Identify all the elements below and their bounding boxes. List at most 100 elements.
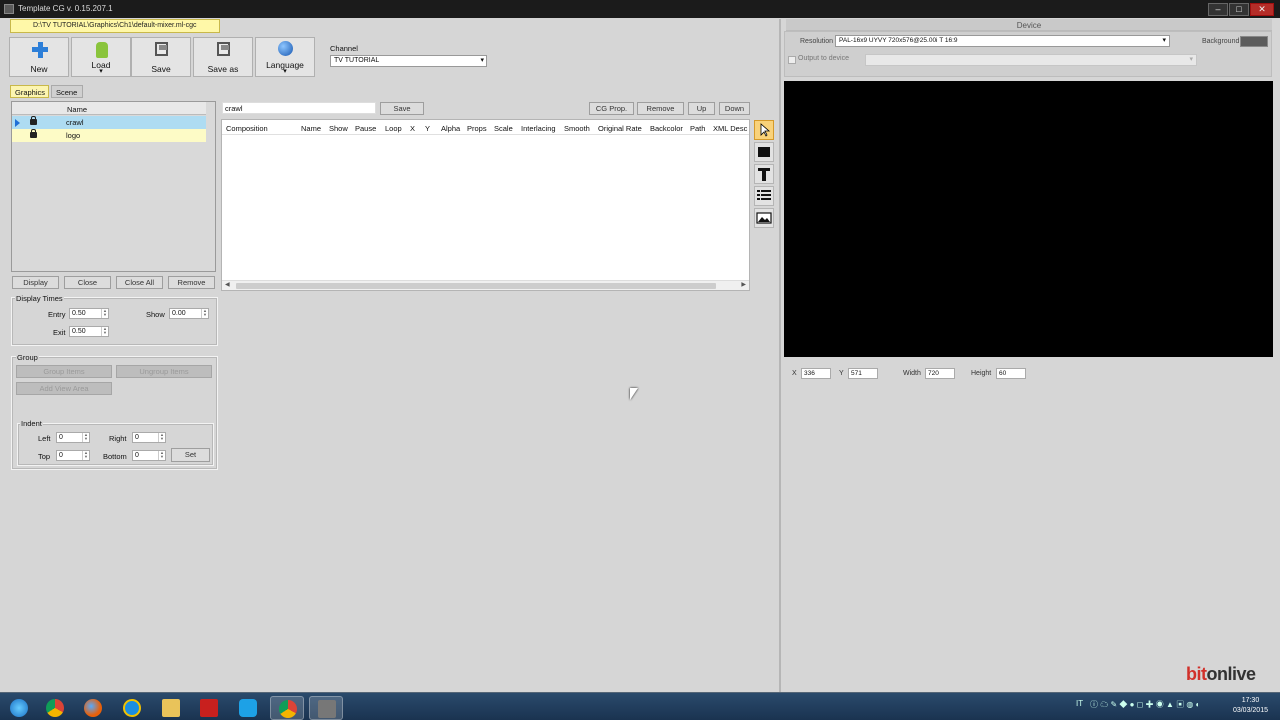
save-button[interactable]: Save (131, 37, 191, 77)
y-field[interactable]: 571 (848, 368, 878, 379)
taskbar-clock[interactable]: 17:30 03/03/2015 (1233, 696, 1268, 716)
lock-icon[interactable] (30, 129, 37, 138)
cg-prop-button[interactable]: CG Prop. (589, 102, 634, 115)
indent-bottom-spinner[interactable]: 0 ▲ ▼ (132, 450, 166, 461)
taskbar-template-cg[interactable] (309, 696, 343, 720)
remove-layer-button[interactable]: Remove (168, 276, 215, 289)
taskbar-ie[interactable] (115, 696, 149, 720)
floppy-icon (155, 42, 168, 56)
composition-name-input[interactable]: crawl (222, 102, 376, 114)
column-header[interactable]: Name (301, 124, 321, 133)
column-header[interactable]: XML Desc (713, 124, 747, 133)
bottom-label: Bottom (103, 452, 127, 461)
tab-scene[interactable]: Scene (51, 85, 83, 98)
column-header[interactable]: Interlacing (521, 124, 556, 133)
move-up-button[interactable]: Up (688, 102, 715, 115)
column-header[interactable]: Smooth (564, 124, 590, 133)
column-header[interactable]: Alpha (441, 124, 460, 133)
indent-right-spinner[interactable]: 0 ▲ ▼ (132, 432, 166, 443)
x-label: X (792, 370, 797, 377)
indent-top-spinner[interactable]: 0 ▲ ▼ (56, 450, 90, 461)
system-tray-icons[interactable]: ⓘ ☁ ✎ ◆ ● ◻ ✚ ◉ ▲ ▣ ◍ ◐ (1090, 699, 1200, 710)
column-header[interactable]: Loop (385, 124, 402, 133)
image-tool[interactable] (754, 208, 774, 228)
maximize-button[interactable]: □ (1229, 3, 1249, 16)
load-button[interactable]: Load ▾ (71, 37, 131, 77)
column-header[interactable]: X (410, 124, 415, 133)
show-spinner[interactable]: 0.00 ▲ ▼ (169, 308, 209, 319)
layer-row[interactable]: crawl (12, 116, 206, 129)
spinner-arrows-icon[interactable]: ▲ ▼ (158, 433, 165, 442)
taskbar-chrome[interactable] (38, 696, 72, 720)
save-composition-button[interactable]: Save (380, 102, 424, 115)
clock-date: 03/03/2015 (1232, 707, 1268, 714)
spinner-arrows-icon[interactable]: ▲ ▼ (101, 309, 108, 318)
tab-graphics[interactable]: Graphics (10, 85, 49, 98)
output-to-device-checkbox[interactable] (788, 56, 796, 64)
start-button[interactable] (2, 696, 36, 720)
close-window-button[interactable]: ✕ (1250, 3, 1274, 16)
lock-icon[interactable] (30, 116, 37, 125)
indent-left-spinner[interactable]: 0 ▲ ▼ (56, 432, 90, 443)
entry-label: Entry (48, 310, 66, 319)
taskbar-firefox[interactable] (76, 696, 110, 720)
close-all-button[interactable]: Close All (116, 276, 163, 289)
language-indicator[interactable]: IT (1076, 699, 1083, 708)
save-as-button[interactable]: Save as (193, 37, 253, 77)
x-field[interactable]: 336 (801, 368, 831, 379)
column-header[interactable]: Backcolor (650, 124, 683, 133)
pointer-tool[interactable] (754, 120, 774, 140)
column-header[interactable]: Pause (355, 124, 376, 133)
text-tool[interactable] (754, 164, 774, 184)
document-path-tab[interactable]: D:\TV TUTORIAL\Graphics\Ch1\default-mixe… (10, 19, 220, 33)
list-tool[interactable] (754, 186, 774, 206)
background-color-swatch[interactable] (1240, 36, 1268, 47)
height-field[interactable]: 60 (996, 368, 1026, 379)
layer-row[interactable]: logo (12, 129, 206, 142)
rectangle-tool[interactable] (754, 142, 774, 162)
minimize-button[interactable]: – (1208, 3, 1228, 16)
column-header[interactable]: Y (425, 124, 430, 133)
taskbar-skype[interactable] (231, 696, 265, 720)
panel-divider[interactable] (779, 19, 781, 692)
display-button[interactable]: Display (12, 276, 59, 289)
taskbar-explorer[interactable] (154, 696, 188, 720)
move-down-button[interactable]: Down (719, 102, 750, 115)
horizontal-scrollbar[interactable]: ◀ ▶ (222, 280, 749, 290)
dropdown-arrow-icon: ▾ (1162, 37, 1166, 44)
spinner-arrows-icon[interactable]: ▲ ▼ (101, 327, 108, 336)
entry-spinner[interactable]: 0.50 ▲ ▼ (69, 308, 109, 319)
group-items-button[interactable]: Group Items (16, 365, 112, 378)
column-header[interactable]: Props (467, 124, 487, 133)
column-header[interactable]: Path (690, 124, 705, 133)
column-header[interactable]: Scale (494, 124, 513, 133)
name-column-header[interactable]: Name (67, 105, 87, 114)
width-field[interactable]: 720 (925, 368, 955, 379)
add-view-area-button[interactable]: Add View Area (16, 382, 112, 395)
remove-composition-button[interactable]: Remove (637, 102, 684, 115)
composition-table[interactable]: Composition Name Show Pause Loop X Y Alp… (221, 119, 750, 291)
spinner-arrows-icon[interactable]: ▲ ▼ (82, 451, 89, 460)
channel-select[interactable]: TV TUTORIAL ▾ (330, 55, 487, 67)
new-button[interactable]: New (9, 37, 69, 77)
resolution-select[interactable]: PAL-16x9 UYVY 720x576@25.00i T 16:9 ▾ (835, 35, 1170, 47)
language-button[interactable]: Language ▾ (255, 37, 315, 77)
scroll-right-icon[interactable]: ▶ (741, 281, 746, 288)
taskbar-filezilla[interactable] (192, 696, 226, 720)
exit-spinner[interactable]: 0.50 ▲ ▼ (69, 326, 109, 337)
taskbar-chrome-active[interactable] (270, 696, 304, 720)
preview-canvas[interactable] (784, 81, 1273, 357)
column-header[interactable]: Composition (226, 124, 268, 133)
ungroup-items-button[interactable]: Ungroup Items (116, 365, 212, 378)
column-header[interactable]: Show (329, 124, 348, 133)
scroll-thumb[interactable] (236, 283, 716, 289)
spinner-arrows-icon[interactable]: ▲ ▼ (82, 433, 89, 442)
close-button[interactable]: Close (64, 276, 111, 289)
layer-list[interactable]: Name crawl logo (11, 101, 216, 272)
column-header[interactable]: Original Rate (598, 124, 642, 133)
scroll-left-icon[interactable]: ◀ (225, 281, 230, 288)
output-device-select[interactable]: ▾ (865, 54, 1197, 66)
set-indent-button[interactable]: Set (171, 448, 210, 462)
spinner-arrows-icon[interactable]: ▲ ▼ (158, 451, 165, 460)
spinner-arrows-icon[interactable]: ▲ ▼ (201, 309, 208, 318)
